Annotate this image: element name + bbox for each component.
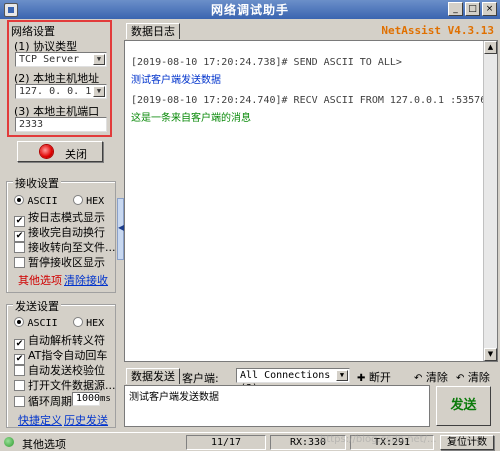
- send-option-row[interactable]: 自动发送校验位: [14, 362, 105, 378]
- receive-hex-radio[interactable]: [72, 195, 83, 205]
- client-select[interactable]: All Connections (3) ▼: [236, 368, 350, 394]
- log-scrollbar[interactable]: ▲ ▼: [483, 41, 497, 361]
- watermark-text: https://blog.csdn.net/...: [320, 434, 437, 445]
- receive-option-label: 暂停接收区显示: [28, 256, 105, 269]
- send-settings-title: 发送设置: [13, 298, 61, 314]
- send-ascii-radio[interactable]: [14, 317, 24, 327]
- status-other-options[interactable]: 其他选项: [22, 436, 66, 451]
- history-send-link[interactable]: 历史发送: [64, 412, 108, 428]
- cycle-row: 循环周期: [14, 393, 72, 409]
- receive-option-row[interactable]: 暂停接收区显示: [14, 254, 105, 270]
- disconnect-icon: ✚: [357, 373, 366, 384]
- receive-option-label: 按日志模式显示: [28, 211, 105, 224]
- log-line: [2019-08-10 17:20:24.740]# RECV ASCII FR…: [131, 95, 493, 106]
- send-ascii-label: ASCII: [27, 318, 58, 329]
- receive-other-options-link[interactable]: 其他选项: [18, 272, 62, 288]
- panel-splitter[interactable]: ◀: [117, 198, 124, 260]
- undo-arrow-icon: ↶: [456, 373, 465, 384]
- cycle-period-input[interactable]: 1000: [72, 392, 100, 406]
- clear-receive-link[interactable]: 清除接收: [64, 272, 108, 288]
- host-value: 127. 0. 0. 1: [19, 86, 92, 97]
- clear-send-button[interactable]: ↶ 清除: [456, 369, 490, 385]
- chevron-down-icon[interactable]: ▼: [93, 86, 105, 97]
- version-label: NetAssist V4.3.13: [381, 24, 494, 37]
- send-option-row[interactable]: 打开文件数据源...: [14, 377, 116, 393]
- title-bar: 网络调试助手 _ □ ×: [0, 0, 500, 19]
- protocol-value: TCP Server: [19, 54, 80, 65]
- tab-data-send[interactable]: 数据发送: [126, 368, 180, 384]
- receive-ascii-label: ASCII: [27, 196, 58, 207]
- send-mode-row: ASCII HEX: [14, 316, 104, 329]
- send-option-checkbox[interactable]: [14, 365, 25, 376]
- client-label: 客户端:: [182, 372, 219, 385]
- send-hex-radio[interactable]: [72, 317, 83, 327]
- receive-log-area[interactable]: [2019-08-10 17:20:24.738]# SEND ASCII TO…: [124, 40, 498, 362]
- send-input[interactable]: 测试客户端发送数据: [124, 385, 430, 427]
- send-option-checkbox[interactable]: [14, 380, 25, 391]
- receive-option-label: 接收完自动换行: [28, 226, 105, 239]
- cycle-label: 循环周期: [28, 395, 72, 408]
- cycle-unit: ms: [100, 394, 111, 404]
- minimize-button[interactable]: _: [448, 2, 463, 16]
- undo-arrow-icon: ↶: [414, 373, 423, 384]
- close-connection-button[interactable]: 关闭: [17, 141, 103, 162]
- clear-log-button[interactable]: ↶ 清除: [414, 369, 448, 385]
- log-line: [2019-08-10 17:20:24.738]# SEND ASCII TO…: [131, 57, 402, 68]
- clear-send-label: 清除: [467, 371, 490, 384]
- window-title: 网络调试助手: [210, 3, 289, 17]
- protocol-select[interactable]: TCP Server ▼: [15, 52, 107, 67]
- disconnect-button[interactable]: ✚ 断开: [357, 369, 391, 385]
- receive-option-row[interactable]: 接收转向至文件...: [14, 239, 116, 255]
- close-button-label: 关闭: [65, 148, 87, 161]
- clear-log-label: 清除: [425, 371, 448, 384]
- receive-option-checkbox[interactable]: [14, 257, 25, 268]
- receive-hex-label: HEX: [86, 196, 105, 207]
- send-option-label: 自动发送校验位: [28, 364, 105, 377]
- chevron-down-icon[interactable]: ▼: [336, 370, 348, 381]
- scroll-down-icon[interactable]: ▼: [484, 348, 497, 361]
- port-input[interactable]: 2333: [15, 117, 107, 132]
- receive-mode-row: ASCII HEX: [14, 194, 104, 207]
- disconnect-label: 断开: [368, 371, 391, 384]
- send-option-label: 打开文件数据源...: [28, 379, 116, 392]
- collapse-arrow-icon[interactable]: ◀: [118, 223, 124, 232]
- status-led-icon: [40, 145, 53, 158]
- receive-settings-title: 接收设置: [13, 175, 61, 191]
- receive-option-checkbox[interactable]: [14, 242, 25, 253]
- status-led-icon: [4, 437, 14, 447]
- chevron-down-icon[interactable]: ▼: [93, 54, 105, 65]
- shortcut-define-link[interactable]: 快捷定义: [18, 412, 62, 428]
- close-window-button[interactable]: ×: [482, 2, 497, 16]
- log-line: 测试客户端发送数据: [131, 75, 221, 86]
- send-hex-label: HEX: [86, 318, 105, 329]
- receive-option-label: 接收转向至文件...: [28, 241, 116, 254]
- send-button[interactable]: 发送: [436, 386, 491, 426]
- network-settings-title: 网络设置: [11, 25, 55, 38]
- scroll-up-icon[interactable]: ▲: [484, 41, 497, 54]
- cycle-checkbox[interactable]: [14, 396, 25, 407]
- status-counter: 11/17: [186, 435, 266, 450]
- host-select[interactable]: 127. 0. 0. 1 ▼: [15, 84, 107, 99]
- reset-count-button[interactable]: 复位计数: [440, 435, 494, 450]
- receive-ascii-radio[interactable]: [14, 195, 24, 205]
- maximize-button[interactable]: □: [465, 2, 480, 16]
- send-option-label: 自动解析转义符: [28, 334, 105, 347]
- send-option-label: AT指令自动回车: [28, 349, 108, 362]
- tab-data-log[interactable]: 数据日志: [126, 23, 180, 39]
- log-line: 这是一条来自客户端的消息: [131, 113, 251, 124]
